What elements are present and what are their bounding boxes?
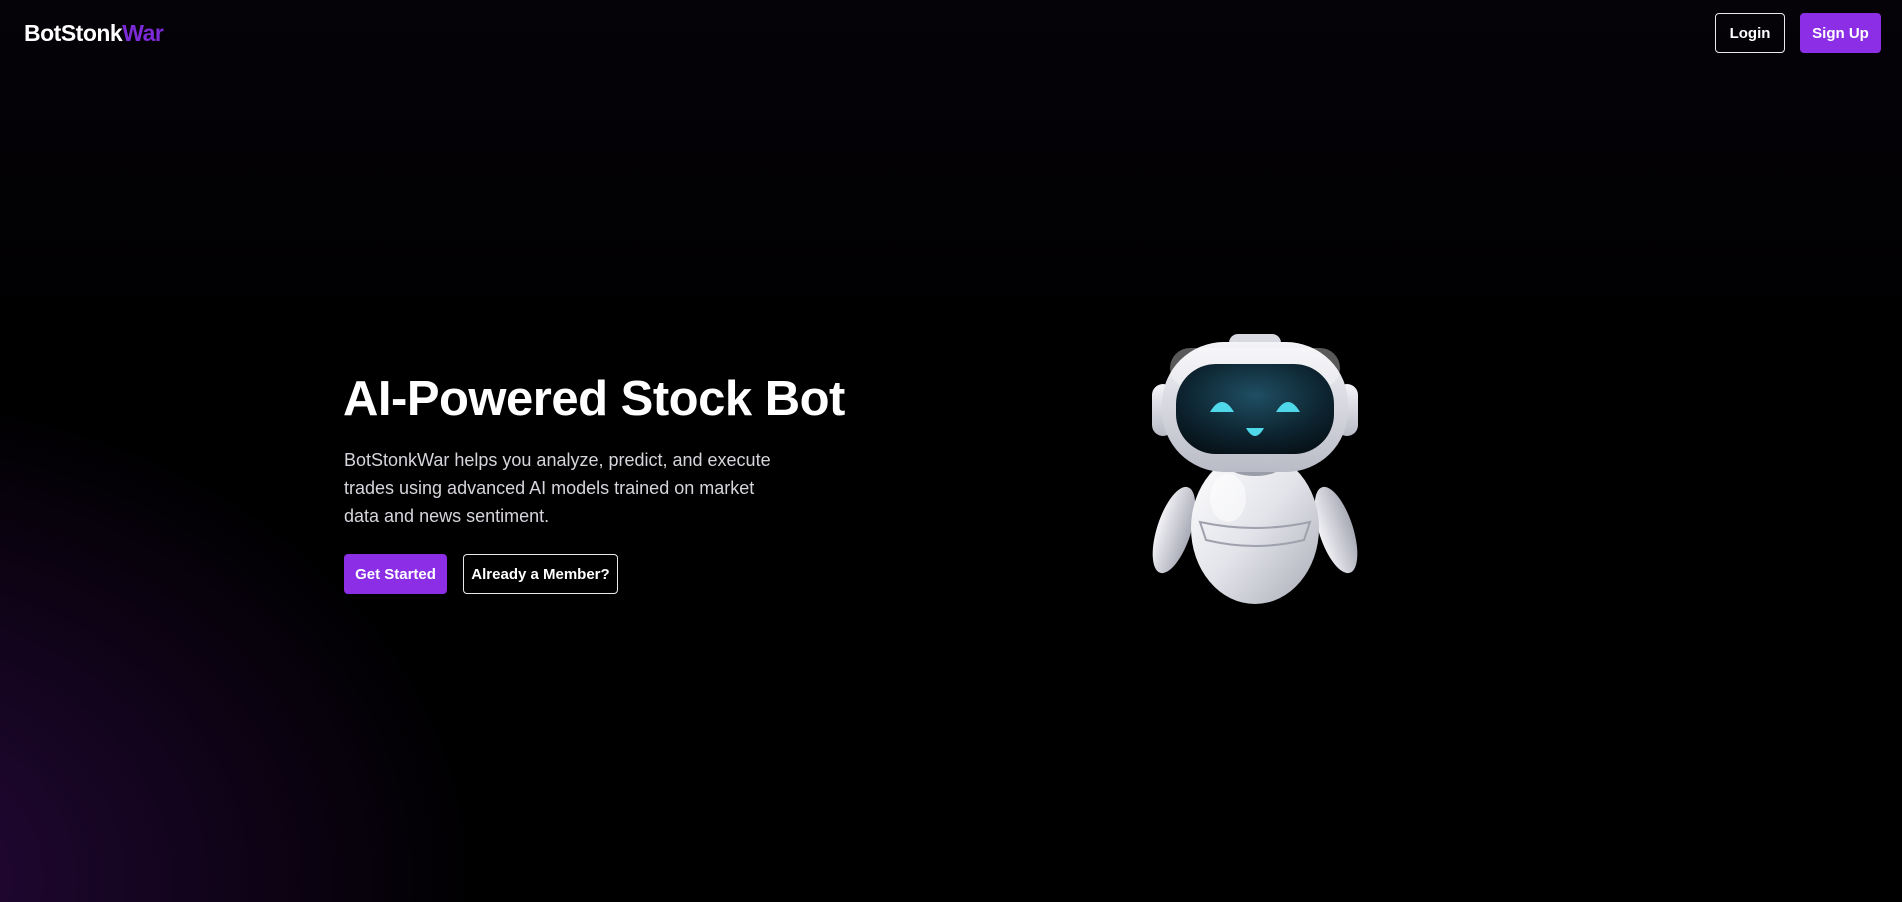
hero-description: BotStonkWar helps you analyze, predict, … xyxy=(344,450,771,526)
get-started-button[interactable]: Get Started xyxy=(344,554,447,594)
brand-logo[interactable]: BotStonkWar xyxy=(24,19,164,47)
hero-title: AI-Powered Stock Bot xyxy=(343,372,845,426)
login-button[interactable]: Login xyxy=(1715,13,1785,53)
logo-text-accent: War xyxy=(122,20,164,46)
robot-mascot-icon xyxy=(1140,334,1370,606)
top-nav: BotStonkWar Login Sign Up xyxy=(0,0,1902,66)
logo-text-primary: BotStonk xyxy=(24,20,123,46)
already-member-button[interactable]: Already a Member? xyxy=(463,554,618,594)
signup-button[interactable]: Sign Up xyxy=(1800,13,1881,53)
landing-page: BotStonkWar Login Sign Up AI-Powered Sto… xyxy=(0,0,1902,902)
